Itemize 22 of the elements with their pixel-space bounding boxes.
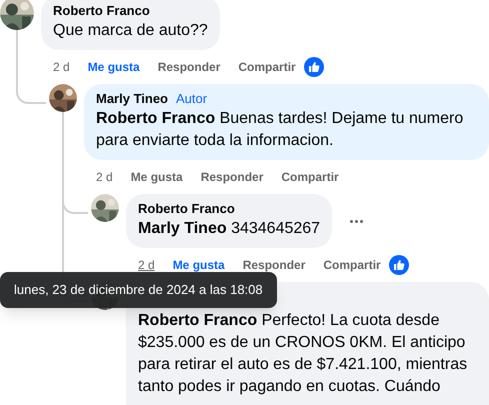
reply-link[interactable]: Responder: [158, 58, 220, 76]
comment-text: Roberto Franco Buenas tardes! Dejame tu numero para enviarte toda la informacion.: [96, 109, 464, 151]
author-name[interactable]: Roberto Franco: [138, 200, 235, 218]
like-link[interactable]: Me gusta: [130, 168, 183, 186]
timestamp-link[interactable]: 2 d: [53, 58, 70, 76]
author-label: Autor: [175, 90, 208, 108]
share-link[interactable]: Compartir: [238, 58, 296, 76]
timestamp-link[interactable]: 2 d: [138, 256, 155, 274]
author-name[interactable]: Roberto Franco: [53, 2, 150, 20]
share-link[interactable]: Compartir: [281, 168, 339, 186]
like-link[interactable]: Me gusta: [172, 256, 225, 274]
author-name[interactable]: Marly Tineo: [96, 90, 168, 108]
comment-text: Que marca de auto??: [53, 21, 208, 41]
reply-link[interactable]: Responder: [242, 256, 306, 274]
comment-text: Roberto Franco Perfecto! La cuota desde $235.000 es de un CRONOS 0KM. El anticipo para retirar el auto es de $7.421.100, mientras tanto podes ir pagando en cuotas. Cuándo: [138, 311, 468, 397]
like-link[interactable]: Me gusta: [88, 58, 140, 76]
share-link[interactable]: Compartir: [323, 256, 381, 274]
timestamp-link[interactable]: 2 d: [96, 168, 113, 186]
thumbs-up-icon[interactable]: [304, 57, 324, 77]
reply-link[interactable]: Responder: [200, 168, 264, 186]
thumbs-up-icon[interactable]: [388, 255, 409, 275]
comment-text: Marly Tineo 3434645267: [138, 219, 320, 239]
